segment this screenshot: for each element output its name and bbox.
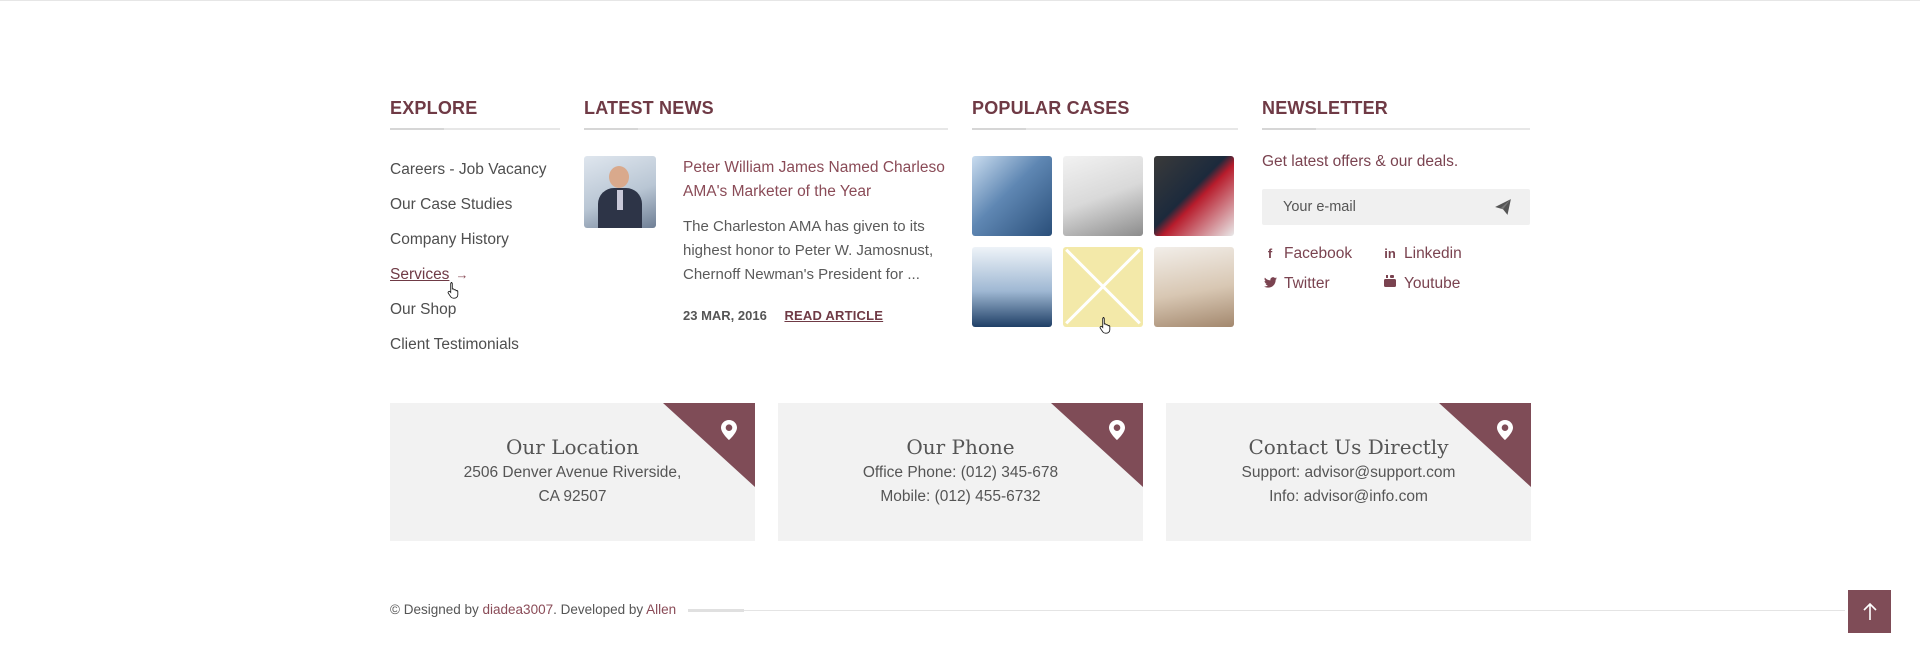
phone-card: Our Phone Office Phone: (012) 345-678 Mo… bbox=[778, 403, 1143, 541]
latest-news-section: LATEST NEWS Peter William James Named Ch… bbox=[584, 96, 948, 325]
newsletter-heading-rule bbox=[1262, 128, 1530, 130]
contact-card: Contact Us Directly Support: advisor@sup… bbox=[1166, 403, 1531, 541]
case-thumbnail[interactable] bbox=[1063, 156, 1143, 236]
news-body: Peter William James Named Charleso AMA's… bbox=[683, 156, 948, 325]
explore-item-services[interactable]: Services → bbox=[390, 257, 560, 292]
youtube-icon bbox=[1382, 273, 1398, 295]
location-line: CA 92507 bbox=[538, 488, 607, 505]
services-link[interactable]: Services bbox=[390, 266, 449, 283]
explore-section: EXPLORE Careers - Job Vacancy Our Case S… bbox=[390, 96, 560, 362]
explore-item-label: Our Case Studies bbox=[390, 196, 513, 213]
news-heading-rule bbox=[584, 128, 948, 130]
back-to-top-button[interactable] bbox=[1848, 590, 1891, 633]
cases-heading: POPULAR CASES bbox=[972, 98, 1130, 118]
explore-item-shop[interactable]: Our Shop bbox=[390, 292, 560, 327]
card-corner-ribbon bbox=[1439, 403, 1531, 487]
news-title-link[interactable]: Peter William James Named Charleso AMA's… bbox=[683, 156, 948, 204]
footer-divider-accent bbox=[688, 609, 744, 612]
explore-item-testimonials[interactable]: Client Testimonials bbox=[390, 327, 560, 362]
news-meta: 23 MAR, 2016 READ ARTICLE bbox=[683, 307, 948, 325]
social-label: Linkedin bbox=[1404, 245, 1462, 262]
explore-list: Careers - Job Vacancy Our Case Studies C… bbox=[390, 152, 560, 362]
explore-heading-rule bbox=[390, 128, 560, 130]
news-item: Peter William James Named Charleso AMA's… bbox=[584, 156, 948, 325]
thumbnail-person-head bbox=[609, 166, 629, 188]
case-thumbnail-hovered[interactable] bbox=[1063, 247, 1143, 327]
location-card: Our Location 2506 Denver Avenue Riversid… bbox=[390, 403, 755, 541]
linkedin-link[interactable]: in Linkedin bbox=[1382, 243, 1502, 265]
case-thumbnail[interactable] bbox=[972, 156, 1052, 236]
hand-cursor-icon bbox=[447, 282, 459, 299]
social-label: Facebook bbox=[1284, 245, 1353, 262]
cases-heading-rule bbox=[972, 128, 1238, 130]
linkedin-icon: in bbox=[1384, 246, 1396, 261]
case-thumbnail[interactable] bbox=[1154, 156, 1234, 236]
case-thumbnail[interactable] bbox=[1154, 247, 1234, 327]
footer-credits: © Designed by diadea3007. Developed by A… bbox=[390, 601, 676, 619]
news-excerpt: The Charleston AMA has given to its high… bbox=[683, 218, 934, 283]
arrow-up-icon bbox=[1862, 602, 1877, 620]
facebook-icon: f bbox=[1267, 246, 1273, 261]
social-label: Youtube bbox=[1404, 275, 1461, 292]
news-date: 23 MAR, 2016 bbox=[683, 308, 767, 323]
explore-item-label: Our Shop bbox=[390, 301, 457, 318]
thumbnail-person-tie bbox=[617, 190, 623, 210]
top-divider bbox=[0, 0, 1920, 1]
contact-line: Info: advisor@info.com bbox=[1269, 488, 1428, 505]
developer-link[interactable]: Allen bbox=[646, 602, 676, 617]
footer-prefix: © Designed by bbox=[390, 602, 479, 617]
map-pin-icon bbox=[721, 420, 737, 440]
explore-heading: EXPLORE bbox=[390, 98, 478, 118]
hand-cursor-icon bbox=[1099, 317, 1111, 334]
explore-item-label: Company History bbox=[390, 231, 509, 248]
explore-item-case-studies[interactable]: Our Case Studies bbox=[390, 187, 560, 222]
email-input[interactable] bbox=[1262, 189, 1493, 225]
designer-link[interactable]: diadea3007 bbox=[483, 602, 554, 617]
newsletter-section: NEWSLETTER Get latest offers & our deals… bbox=[1262, 96, 1530, 295]
social-links: f Facebook in Linkedin Twitter Youtube bbox=[1262, 243, 1530, 295]
news-thumbnail[interactable] bbox=[584, 156, 656, 228]
card-corner-ribbon bbox=[1051, 403, 1143, 487]
social-label: Twitter bbox=[1284, 275, 1330, 292]
explore-item-label: Client Testimonials bbox=[390, 336, 519, 353]
newsletter-text: Get latest offers & our deals. bbox=[1262, 153, 1459, 170]
twitter-icon bbox=[1262, 273, 1278, 295]
popular-cases-section: POPULAR CASES bbox=[972, 96, 1238, 327]
phone-line: Mobile: (012) 455-6732 bbox=[880, 488, 1041, 505]
footer-divider bbox=[688, 610, 1845, 611]
news-heading: LATEST NEWS bbox=[584, 98, 714, 118]
card-corner-ribbon bbox=[663, 403, 755, 487]
cases-grid bbox=[972, 156, 1238, 327]
paper-plane-icon[interactable] bbox=[1494, 198, 1512, 216]
twitter-link[interactable]: Twitter bbox=[1262, 273, 1382, 295]
facebook-link[interactable]: f Facebook bbox=[1262, 243, 1382, 265]
newsletter-form bbox=[1262, 189, 1530, 225]
youtube-link[interactable]: Youtube bbox=[1382, 273, 1502, 295]
footer-middle: . Developed by bbox=[553, 602, 644, 617]
newsletter-heading: NEWSLETTER bbox=[1262, 98, 1388, 118]
read-article-link[interactable]: READ ARTICLE bbox=[784, 308, 883, 323]
explore-item-careers[interactable]: Careers - Job Vacancy bbox=[390, 152, 560, 187]
map-pin-icon bbox=[1497, 420, 1513, 440]
arrow-right-icon: → bbox=[455, 267, 469, 282]
explore-item-company-history[interactable]: Company History bbox=[390, 222, 560, 257]
case-thumbnail[interactable] bbox=[972, 247, 1052, 327]
map-pin-icon bbox=[1109, 420, 1125, 440]
explore-item-label: Careers - Job Vacancy bbox=[390, 161, 547, 178]
